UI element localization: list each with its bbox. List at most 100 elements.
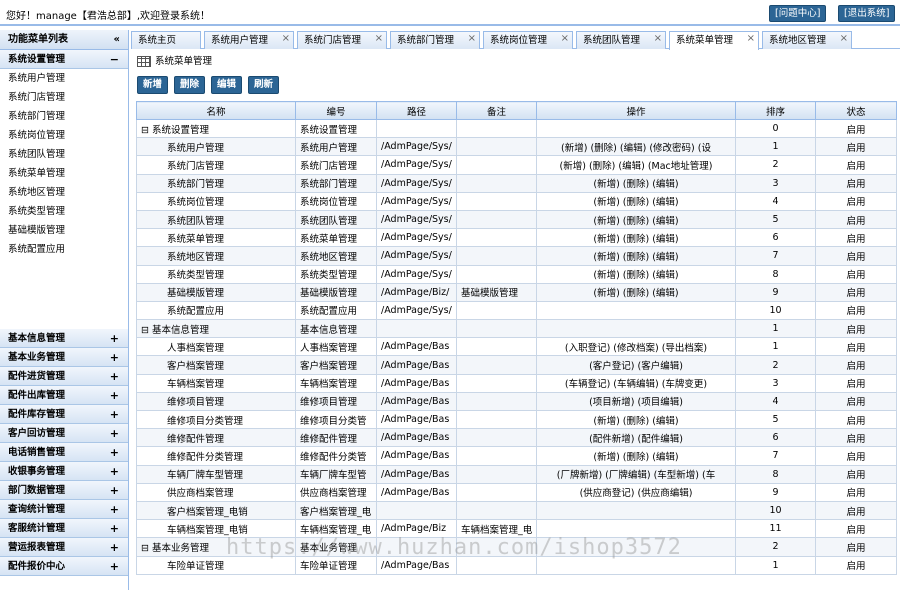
- logout-button[interactable]: [退出系统]: [838, 5, 896, 22]
- table-row[interactable]: 车辆档案管理_电销 车辆档案管理_电/AdmPage/Biz 车辆档案管理_电 11 启…: [136, 519, 897, 539]
- table-row[interactable]: 维修项目管理 维修项目管理/AdmPage/Bas (项目新增) (项目编辑) 4 启用: [136, 391, 897, 412]
- cell-ops[interactable]: (新增) (删除) (编辑): [536, 409, 736, 430]
- sidebar-group[interactable]: 营运报表管理 +: [0, 538, 128, 557]
- table-row[interactable]: 系统用户管理 系统用户管理/AdmPage/Sys/ (新增) (删除) (编辑) …: [136, 137, 897, 157]
- column-header[interactable]: 排序: [735, 101, 816, 120]
- cell-ops[interactable]: (新增) (删除) (编辑): [536, 246, 736, 266]
- cell-ops[interactable]: [536, 319, 736, 339]
- tab-close-icon[interactable]: ×: [375, 30, 383, 47]
- cell-ops[interactable]: (新增) (删除) (编辑): [536, 209, 736, 230]
- table-row[interactable]: 系统类型管理 系统类型管理/AdmPage/Sys/ (新增) (删除) (编辑) 8…: [136, 264, 897, 284]
- cell-ops[interactable]: [536, 537, 736, 557]
- tab-close-icon[interactable]: ×: [468, 30, 476, 47]
- column-header[interactable]: 操作: [536, 101, 736, 120]
- tab-close-icon[interactable]: ×: [840, 30, 848, 47]
- tab[interactable]: 系统菜单管理 ×: [669, 31, 759, 50]
- table-row[interactable]: 维修配件管理 维修配件管理/AdmPage/Bas (配件新增) (配件编辑) 6 启用: [136, 428, 897, 448]
- help-center-button[interactable]: [问题中心]: [769, 5, 827, 22]
- column-header[interactable]: 备注: [456, 101, 537, 120]
- sidebar-group[interactable]: 收银事务管理 +: [0, 462, 128, 481]
- column-header[interactable]: 名称: [136, 101, 296, 120]
- sidebar-item[interactable]: 系统部门管理: [0, 107, 128, 126]
- cell-ops[interactable]: (新增) (删除) (编辑): [536, 446, 736, 466]
- cell-ops[interactable]: (新增) (删除) (编辑): [536, 191, 736, 211]
- tab-close-icon[interactable]: ×: [282, 30, 290, 47]
- column-header[interactable]: 编号: [295, 101, 377, 120]
- table-row[interactable]: 客户档案管理 客户档案管理/AdmPage/Bas (客户登记) (客户编辑) 2 启用: [136, 355, 897, 375]
- table-row[interactable]: 系统菜单管理 系统菜单管理/AdmPage/Sys/ (新增) (删除) (编辑) 6…: [136, 228, 897, 248]
- sidebar-group-system-settings[interactable]: 系统设置管理 −: [0, 50, 128, 69]
- sidebar-group[interactable]: 查询统计管理 +: [0, 500, 128, 519]
- tab[interactable]: 系统主页: [131, 31, 201, 49]
- column-header[interactable]: 路径: [376, 101, 457, 120]
- sidebar-group[interactable]: 配件出库管理 +: [0, 386, 128, 405]
- tab[interactable]: 系统团队管理 ×: [576, 31, 666, 49]
- tab[interactable]: 系统地区管理 ×: [762, 31, 852, 49]
- table-row[interactable]: 系统地区管理 系统地区管理/AdmPage/Sys/ (新增) (删除) (编辑) 7…: [136, 246, 897, 266]
- sidebar-group[interactable]: 部门数据管理 +: [0, 481, 128, 500]
- cell-ops[interactable]: (入职登记) (修改档案) (导出档案): [536, 337, 736, 357]
- cell-ops[interactable]: (新增) (删除) (编辑): [536, 264, 736, 284]
- table-row[interactable]: 系统团队管理 系统团队管理/AdmPage/Sys/ (新增) (删除) (编辑) 5…: [136, 209, 897, 230]
- tab[interactable]: 系统岗位管理 ×: [483, 31, 573, 49]
- cell-ops[interactable]: (新增) (删除) (编辑): [536, 173, 736, 193]
- cell-ops[interactable]: (厂牌新增) (厂牌编辑) (车型新增) (车: [536, 464, 736, 484]
- sidebar-group[interactable]: 基本业务管理 +: [0, 348, 128, 367]
- edit-button[interactable]: 编辑: [211, 76, 242, 94]
- table-row[interactable]: ⊟ 基本信息管理 基本信息管理 1 启用: [136, 319, 897, 339]
- table-row[interactable]: ⊟ 基本业务管理 基本业务管理 2 启用: [136, 537, 897, 557]
- tab-close-icon[interactable]: ×: [747, 30, 755, 47]
- sidebar-item[interactable]: 基础模版管理: [0, 221, 128, 240]
- table-row[interactable]: 维修配件分类管理 维修配件分类管/AdmPage/Bas (新增) (删除) (编辑…: [136, 446, 897, 466]
- sidebar-item[interactable]: 系统门店管理: [0, 88, 128, 107]
- table-row[interactable]: 维修项目分类管理 维修项目分类管/AdmPage/Bas (新增) (删除) (编辑…: [136, 409, 897, 430]
- sidebar-group[interactable]: 客户回访管理 +: [0, 424, 128, 443]
- cell-ops[interactable]: (新增) (删除) (编辑) (Mac地址管理): [536, 155, 736, 175]
- sidebar-item[interactable]: 系统用户管理: [0, 69, 128, 88]
- table-row[interactable]: 系统岗位管理 系统岗位管理/AdmPage/Sys/ (新增) (删除) (编辑) 4…: [136, 191, 897, 211]
- sidebar-group[interactable]: 配件报价中心 +: [0, 557, 128, 576]
- sidebar-item[interactable]: 系统菜单管理: [0, 164, 128, 183]
- cell-ops[interactable]: (新增) (删除) (编辑) (修改密码) (设: [536, 137, 736, 157]
- table-row[interactable]: 系统配置应用 系统配置应用/AdmPage/Sys/10 启用: [136, 300, 897, 321]
- table-row[interactable]: 客户档案管理_电销 客户档案管理_电 10 启用: [136, 500, 897, 521]
- cell-ops[interactable]: [536, 300, 736, 321]
- sidebar-group[interactable]: 配件库存管理 +: [0, 405, 128, 424]
- cell-ops[interactable]: [536, 555, 736, 575]
- tab[interactable]: 系统部门管理 ×: [390, 31, 480, 49]
- sidebar-item[interactable]: 系统配置应用: [0, 240, 128, 259]
- sidebar-item[interactable]: 系统类型管理: [0, 202, 128, 221]
- tab[interactable]: 系统门店管理 ×: [297, 31, 387, 49]
- sidebar-group[interactable]: 配件进货管理 +: [0, 367, 128, 386]
- cell-ops[interactable]: [536, 519, 736, 539]
- table-row[interactable]: 人事档案管理 人事档案管理/AdmPage/Bas (入职登记) (修改档案) (导…: [136, 337, 897, 357]
- sidebar-group[interactable]: 客服统计管理 +: [0, 519, 128, 538]
- table-row[interactable]: 基础模版管理 基础模版管理/AdmPage/Biz/基础模版管理 (新增) (删除)…: [136, 282, 897, 302]
- tab-close-icon[interactable]: ×: [654, 30, 662, 47]
- cell-ops[interactable]: [536, 500, 736, 521]
- collapse-sidebar-icon[interactable]: «: [114, 30, 120, 50]
- sidebar-item[interactable]: 系统地区管理: [0, 183, 128, 202]
- table-row[interactable]: 车辆档案管理 车辆档案管理/AdmPage/Bas (车辆登记) (车辆编辑) (车…: [136, 373, 897, 393]
- cell-ops[interactable]: (新增) (删除) (编辑): [536, 282, 736, 302]
- cell-ops[interactable]: [536, 118, 736, 139]
- sidebar-group[interactable]: 电话销售管理 +: [0, 443, 128, 462]
- tab-close-icon[interactable]: ×: [561, 30, 569, 47]
- table-row[interactable]: 供应商档案管理 供应商档案管理/AdmPage/Bas (供应商登记) (供应商编辑…: [136, 482, 897, 502]
- cell-ops[interactable]: (车辆登记) (车辆编辑) (车牌变更): [536, 373, 736, 393]
- tab[interactable]: 系统用户管理 ×: [204, 31, 294, 49]
- sidebar-item[interactable]: 系统岗位管理: [0, 126, 128, 145]
- cell-ops[interactable]: (新增) (删除) (编辑): [536, 228, 736, 248]
- cell-ops[interactable]: (项目新增) (项目编辑): [536, 391, 736, 412]
- refresh-button[interactable]: 刷新: [248, 76, 279, 94]
- cell-ops[interactable]: (客户登记) (客户编辑): [536, 355, 736, 375]
- sidebar-item[interactable]: 系统团队管理: [0, 145, 128, 164]
- add-button[interactable]: 新增: [137, 76, 168, 94]
- table-row[interactable]: 车险单证管理 车险单证管理/AdmPage/Bas 1 启用: [136, 555, 897, 575]
- table-row[interactable]: 系统门店管理 系统门店管理/AdmPage/Sys/ (新增) (删除) (编辑) …: [136, 155, 897, 175]
- column-header[interactable]: 状态: [815, 101, 897, 120]
- delete-button[interactable]: 删除: [174, 76, 205, 94]
- cell-ops[interactable]: (配件新增) (配件编辑): [536, 428, 736, 448]
- table-row[interactable]: 系统部门管理 系统部门管理/AdmPage/Sys/ (新增) (删除) (编辑) 3…: [136, 173, 897, 193]
- table-row[interactable]: ⊟ 系统设置管理 系统设置管理 0 启用: [136, 118, 897, 139]
